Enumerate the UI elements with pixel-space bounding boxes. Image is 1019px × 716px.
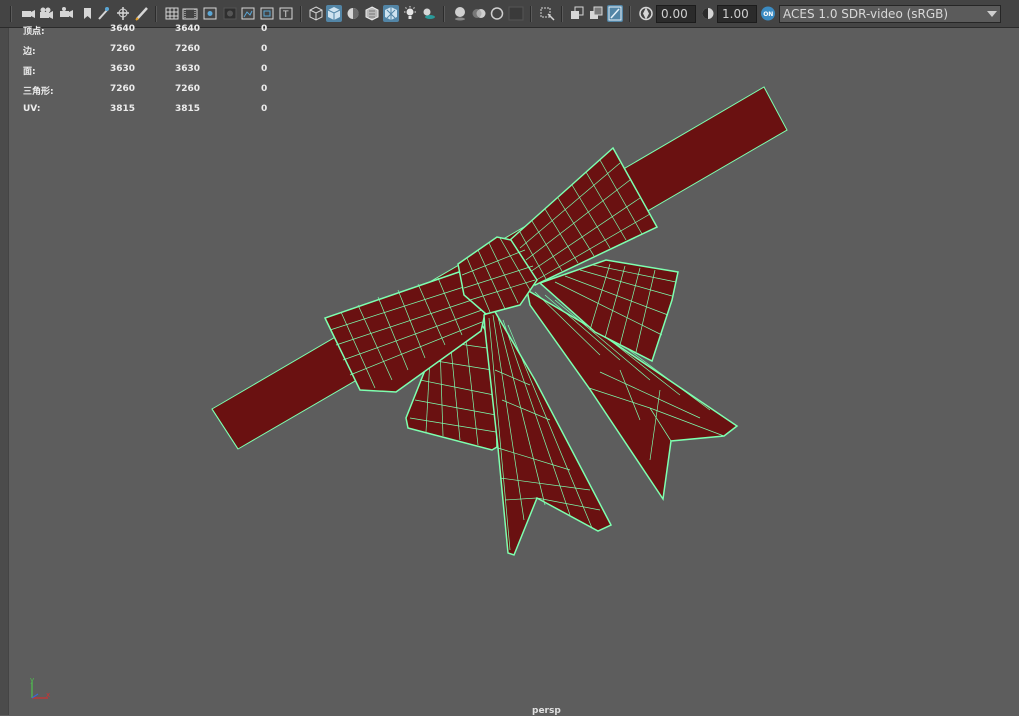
hud-value-component: 0 (261, 44, 268, 54)
hud-value-object: 7260 (110, 44, 136, 54)
axis-gizmo: y x (30, 676, 50, 699)
hud-value-selected: 3630 (175, 64, 201, 74)
hud-value-object: 7260 (110, 84, 136, 94)
resolution-gate-icon[interactable] (202, 5, 218, 22)
grid-icon[interactable] (164, 5, 180, 22)
screen-space-ao-icon[interactable] (452, 5, 468, 22)
viewport-3d-scene[interactable]: y x (0, 28, 1019, 715)
hud-value-object: 3630 (110, 64, 136, 74)
toolbar-separator (561, 6, 563, 22)
svg-text:y: y (30, 676, 34, 684)
select-camera-icon[interactable] (20, 5, 36, 22)
wireframe-on-shaded-icon[interactable] (383, 5, 399, 22)
hud-value-selected: 3815 (175, 104, 201, 114)
wireframe-icon[interactable] (308, 5, 324, 22)
viewport-panel-toolbar: T 0.00 1.00 ON ACES 1.0 SDR-video (sRGB) (0, 0, 1019, 28)
xray-joints-icon[interactable] (607, 5, 623, 22)
2d-pan-zoom-icon[interactable] (115, 5, 131, 22)
film-gate-icon[interactable] (182, 5, 198, 22)
toolbar-separator (300, 6, 302, 22)
gamma-icon[interactable] (700, 5, 716, 22)
toolbar-separator (155, 6, 157, 22)
hud-value-object: 3815 (110, 104, 136, 114)
shadows-icon[interactable] (421, 5, 437, 22)
hud-label: 顶点: (23, 27, 45, 37)
hud-value-component: 0 (261, 24, 268, 34)
toolbar-separator (629, 6, 631, 22)
hud-value-selected: 3640 (175, 24, 201, 34)
svg-text:ON: ON (763, 11, 773, 18)
gamma-field[interactable]: 1.00 (717, 5, 757, 23)
hud-value-object: 3640 (110, 24, 136, 34)
isolate-select-icon[interactable] (539, 5, 555, 22)
depth-of-field-icon[interactable] (508, 5, 524, 22)
motion-blur-icon[interactable] (471, 5, 487, 22)
default-material-icon[interactable] (345, 5, 361, 22)
hud-value-selected: 7260 (175, 44, 201, 54)
hud-label: UV: (23, 104, 41, 114)
field-chart-icon[interactable] (240, 5, 256, 22)
svg-text:T: T (282, 10, 289, 20)
camera-bookmark-icon[interactable] (58, 5, 74, 22)
smooth-shade-icon[interactable] (326, 5, 342, 22)
image-plane-icon[interactable] (96, 5, 112, 22)
toolbar-separator (530, 6, 532, 22)
color-management-dropdown[interactable]: ACES 1.0 SDR-video (sRGB) (779, 5, 1001, 23)
hud-value-component: 0 (261, 104, 268, 114)
exposure-field[interactable]: 0.00 (656, 5, 696, 23)
hud-label: 三角形: (23, 87, 54, 97)
hud-label: 边: (23, 47, 36, 57)
textured-icon[interactable] (364, 5, 380, 22)
bookmark-icon[interactable] (80, 5, 96, 22)
anti-aliasing-icon[interactable] (489, 5, 505, 22)
hud-label: 面: (23, 67, 36, 77)
gate-mask-icon[interactable] (222, 5, 238, 22)
toolbar-separator (10, 6, 12, 22)
chevron-down-icon (987, 11, 997, 17)
safe-title-icon[interactable]: T (278, 5, 294, 22)
toolbar-separator (443, 6, 445, 22)
hud-value-component: 0 (261, 64, 268, 74)
hud-value-selected: 7260 (175, 84, 201, 94)
hud-value-component: 0 (261, 84, 268, 94)
color-management-toggle-icon[interactable]: ON (760, 5, 776, 22)
exposure-icon[interactable] (638, 5, 654, 22)
safe-action-icon[interactable] (259, 5, 275, 22)
xray-icon[interactable] (569, 5, 585, 22)
camera-attributes-icon[interactable] (38, 5, 54, 22)
use-all-lights-icon[interactable] (402, 5, 418, 22)
svg-text:x: x (46, 691, 50, 699)
color-management-label: ACES 1.0 SDR-video (sRGB) (783, 7, 949, 21)
grease-pencil-icon[interactable] (134, 5, 150, 22)
xray-active-components-icon[interactable] (588, 5, 604, 22)
